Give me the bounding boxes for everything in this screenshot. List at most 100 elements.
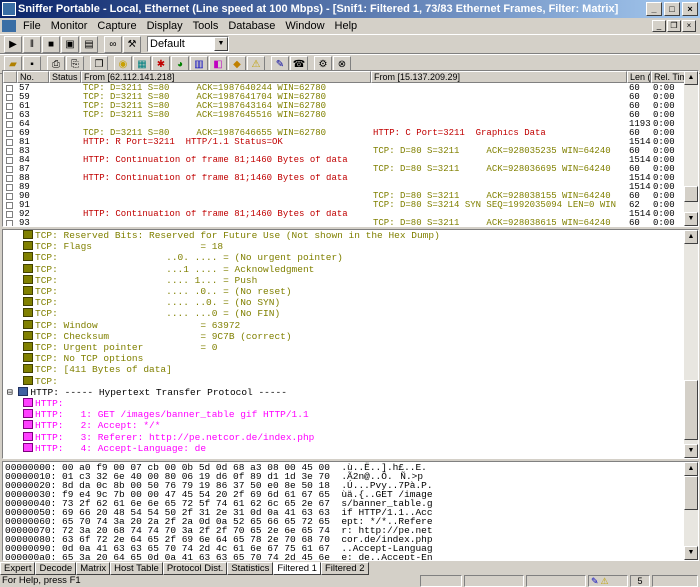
tab-matrix[interactable]: Matrix bbox=[76, 562, 111, 575]
col-rel-time[interactable]: Rel. Time bbox=[651, 71, 686, 83]
sniffer-window: Sniffer Portable - Local, Ethernet (Line… bbox=[0, 0, 700, 587]
menu-monitor[interactable]: Monitor bbox=[46, 18, 93, 34]
cell-rel-time: 0:00 bbox=[653, 156, 675, 165]
cell-from-left: TCP: D=3211 S=80 ACK=1987646655 WIN=6278… bbox=[83, 129, 327, 138]
decode-line[interactable]: HTTP: bbox=[23, 398, 64, 410]
hex-scrollbar[interactable]: ▲ ▼ bbox=[684, 462, 698, 560]
table-row[interactable]: 93 TCP: D=80 S=3211 ACK=928038615 WIN=642… bbox=[3, 219, 686, 227]
table-row[interactable]: 84 HTTP: Continuation of frame 81;1460 By… bbox=[3, 156, 686, 165]
decode-line[interactable]: TCP: Checksum = 9C7B (correct) bbox=[23, 330, 292, 343]
menu-database[interactable]: Database bbox=[223, 18, 280, 34]
menu-help[interactable]: Help bbox=[330, 18, 363, 34]
close-button[interactable]: × bbox=[682, 2, 698, 16]
table-row[interactable]: 92 HTTP: Continuation of frame 81;1460 By… bbox=[3, 210, 686, 219]
decode-line[interactable]: HTTP: 1: GET /images/banner_table gif HT… bbox=[23, 409, 309, 421]
col-no[interactable]: No. bbox=[17, 71, 49, 83]
decode-text: HTTP: ----- Hypertext Transfer Protocol … bbox=[30, 386, 287, 398]
decode-line[interactable]: TCP: ...1 .... = Acknowledgment bbox=[23, 263, 314, 276]
table-row[interactable]: 89 1514 0:00 bbox=[3, 183, 686, 192]
start-capture-icon[interactable]: ▶ bbox=[4, 35, 22, 53]
scroll-thumb[interactable] bbox=[684, 476, 698, 510]
decode-line[interactable]: HTTP: 4: Accept-Language: de bbox=[23, 442, 206, 455]
decode-line[interactable]: TCP: Window = 63972 bbox=[23, 319, 240, 332]
menu-capture[interactable]: Capture bbox=[92, 18, 141, 34]
cell-len: 60 bbox=[629, 84, 640, 93]
profile-select[interactable]: Default ▼ bbox=[147, 36, 229, 52]
mdi-minimize-button[interactable]: _ bbox=[652, 20, 666, 32]
chevron-down-icon[interactable]: ▼ bbox=[214, 37, 228, 51]
scroll-up-icon[interactable]: ▲ bbox=[684, 462, 698, 476]
col-status[interactable]: Status bbox=[49, 71, 81, 83]
define-filter-icon[interactable]: ⚒ bbox=[123, 35, 141, 53]
cell-rel-time: 0:00 bbox=[653, 183, 675, 192]
collapse-icon[interactable]: ⊟ bbox=[7, 387, 18, 398]
decode-line[interactable]: TCP: .... 1... = Push bbox=[23, 274, 257, 287]
scroll-up-icon[interactable]: ▲ bbox=[684, 230, 698, 244]
table-row[interactable]: 90 TCP: D=80 S=3211 ACK=928038155 WIN=642… bbox=[3, 192, 686, 201]
window-title: Sniffer Portable - Local, Ethernet (Line… bbox=[18, 3, 619, 15]
mdi-restore-button[interactable]: ❐ bbox=[667, 20, 681, 32]
hex-line[interactable]: 000000a0: 65 3a 20 64 65 0d 0a 41 63 63 … bbox=[5, 553, 433, 561]
tab-filtered-1[interactable]: Filtered 1 bbox=[273, 562, 321, 575]
mdi-close-button[interactable]: × bbox=[682, 20, 696, 32]
menu-tools[interactable]: Tools bbox=[188, 18, 224, 34]
stop-display-icon[interactable]: ▣ bbox=[61, 35, 79, 53]
decode-scrollbar[interactable]: ▲ ▼ bbox=[684, 230, 698, 458]
document-icon[interactable] bbox=[2, 20, 16, 32]
menu-window[interactable]: Window bbox=[280, 18, 329, 34]
scroll-up-icon[interactable]: ▲ bbox=[684, 71, 698, 85]
decode-line[interactable]: HTTP: 3: Referer: http://pe.netcor.de/in… bbox=[23, 431, 314, 444]
table-row[interactable]: 83 TCP: D=80 S=3211 ACK=928035235 WIN=642… bbox=[3, 147, 686, 156]
summary-pane: No. Status From [62.112.141.218] From [1… bbox=[2, 70, 699, 227]
menu-file[interactable]: File bbox=[18, 18, 46, 34]
decode-line[interactable]: TCP: ..0. .... = (No urgent pointer) bbox=[23, 252, 343, 264]
tab-filtered-2[interactable]: Filtered 2 bbox=[320, 562, 369, 575]
decode-line[interactable]: TCP: [411 Bytes of data] bbox=[23, 364, 172, 376]
decode-line[interactable]: TCP: .... ..0. = (No SYN) bbox=[23, 297, 280, 309]
table-row[interactable]: 69 TCP: D=3211 S=80 ACK=1987646655 WIN=62… bbox=[3, 129, 686, 138]
table-row[interactable]: 88 HTTP: Continuation of frame 81;1460 By… bbox=[3, 174, 686, 183]
display-icon[interactable]: ▤ bbox=[80, 35, 98, 53]
pause-capture-icon[interactable]: ‖ bbox=[23, 35, 41, 53]
col-from-right[interactable]: From [15.137.209.29] bbox=[371, 71, 627, 83]
table-row[interactable]: 81 HTTP: R Port=3211 HTTP/1.1 Status=OK 15… bbox=[3, 138, 686, 147]
col-from-left[interactable]: From [62.112.141.218] bbox=[81, 71, 371, 83]
scroll-down-icon[interactable]: ▼ bbox=[684, 212, 698, 226]
col-marker[interactable] bbox=[3, 71, 17, 83]
scroll-thumb[interactable] bbox=[684, 380, 698, 440]
tab-statistics[interactable]: Statistics bbox=[227, 562, 274, 575]
decode-line[interactable]: TCP: Urgent pointer = 0 bbox=[23, 342, 217, 354]
cell-len: 60 bbox=[629, 219, 640, 227]
decode-line[interactable]: TCP: .... ...0 = (No FIN) bbox=[23, 308, 280, 320]
tab-expert[interactable]: Expert bbox=[0, 562, 36, 575]
table-row[interactable]: 59 TCP: D=3211 S=80 ACK=1987641704 WIN=62… bbox=[3, 93, 686, 102]
decode-line[interactable]: TCP: bbox=[23, 375, 58, 388]
tab-decode[interactable]: Decode bbox=[35, 562, 77, 575]
field-icon bbox=[23, 330, 33, 340]
scroll-thumb[interactable] bbox=[684, 186, 698, 202]
field-icon bbox=[23, 342, 33, 351]
decode-line[interactable]: TCP: Flags = 18 bbox=[23, 241, 223, 253]
decode-line[interactable]: HTTP: 2: Accept: */* bbox=[23, 420, 160, 432]
table-row[interactable]: 87 TCP: D=80 S=3211 ACK=928036695 WIN=642… bbox=[3, 165, 686, 174]
table-row[interactable]: 61 TCP: D=3211 S=80 ACK=1987643164 WIN=62… bbox=[3, 102, 686, 111]
tab-host-table[interactable]: Host Table bbox=[110, 562, 163, 575]
table-row[interactable]: 57 TCP: D=3211 S=80 ACK=1987640244 WIN=62… bbox=[3, 84, 686, 93]
decode-line[interactable]: TCP: Reserved Bits: Reserved for Future … bbox=[23, 230, 440, 242]
scroll-down-icon[interactable]: ▼ bbox=[684, 444, 698, 458]
minimize-button[interactable]: _ bbox=[646, 2, 662, 16]
scroll-down-icon[interactable]: ▼ bbox=[684, 546, 698, 560]
decode-line[interactable]: TCP: No TCP options bbox=[23, 353, 143, 365]
table-row[interactable]: 63 TCP: D=3211 S=80 ACK=1987645516 WIN=62… bbox=[3, 111, 686, 120]
tab-protocol-dist[interactable]: Protocol Dist. bbox=[162, 562, 228, 575]
table-row[interactable]: 91 TCP: D=80 S=3214 SYN SEQ=1992035094 LE… bbox=[3, 201, 686, 210]
summary-scrollbar[interactable]: ▲ ▼ bbox=[684, 71, 698, 226]
maximize-button[interactable]: □ bbox=[664, 2, 680, 16]
menu-display[interactable]: Display bbox=[142, 18, 188, 34]
decode-line[interactable]: ⊟ HTTP: ----- Hypertext Transfer Protoco… bbox=[7, 386, 287, 399]
stop-capture-icon[interactable]: ■ bbox=[42, 35, 60, 53]
binoculars-icon[interactable]: ∞ bbox=[104, 35, 122, 53]
col-len[interactable]: Len (B bbox=[627, 71, 651, 83]
decode-line[interactable]: TCP: .... .0.. = (No reset) bbox=[23, 286, 292, 298]
table-row[interactable]: 64 1193 0:00 bbox=[3, 120, 686, 129]
